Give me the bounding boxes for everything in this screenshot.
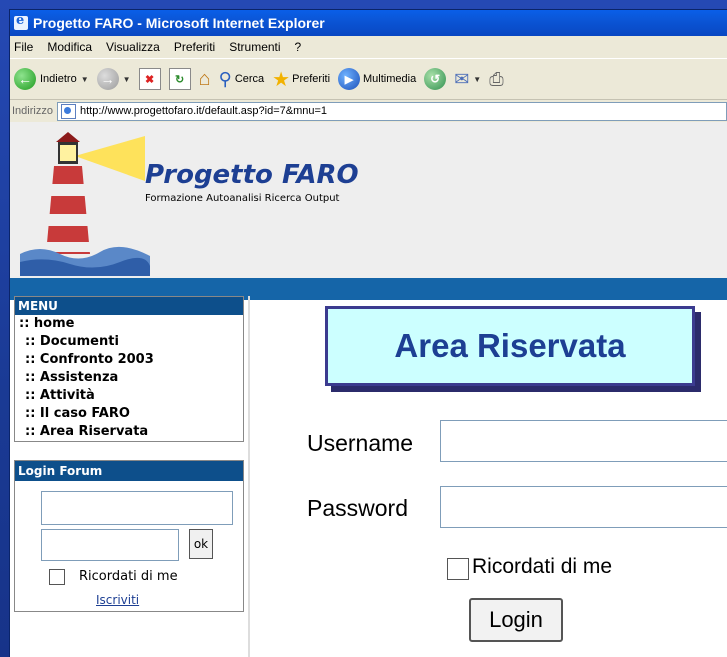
home-icon: ⌂ [198,67,211,90]
menu-documenti[interactable]: :: Documenti [15,333,243,351]
menu-visualizza[interactable]: Visualizza [106,40,160,54]
ie-icon [14,13,28,30]
forward-dropdown-icon[interactable]: ▼ [123,75,131,84]
menu-box: MENU :: home :: Documenti :: Confronto 2… [14,296,244,442]
address-bar: Indirizzo http://www.progettofaro.it/def… [10,100,727,123]
password-input[interactable] [440,486,727,528]
username-input[interactable] [440,420,727,462]
back-arrow-icon: ← [14,68,36,90]
history-button[interactable]: ↺ [424,68,447,90]
forum-ok-button[interactable]: ok [189,529,213,559]
menu-area-riservata[interactable]: :: Area Riservata [15,423,243,441]
mail-dropdown-icon[interactable]: ▼ [473,75,481,84]
menu-modifica[interactable]: Modifica [47,40,92,54]
mail-button[interactable]: ✉ ▼ [454,69,481,90]
search-icon: ⚲ [218,68,232,89]
back-label: Indietro [40,73,77,85]
page-icon [60,103,76,119]
remember-checkbox[interactable] [447,558,469,580]
ie-window: Progetto FARO - Microsoft Internet Explo… [10,10,727,657]
menu-confronto-2003[interactable]: :: Confronto 2003 [15,351,243,369]
menu-bar: File Modifica Visualizza Preferiti Strum… [10,36,727,58]
menu-header: MENU [15,297,243,315]
back-dropdown-icon[interactable]: ▼ [81,75,89,84]
print-button[interactable]: ⎙ [489,69,503,90]
window-title: Progetto FARO - Microsoft Internet Explo… [33,15,325,31]
menu-help[interactable]: ? [295,40,302,54]
username-label: Username [307,430,414,456]
site-header: Progetto FARO Formazione Autoanalisi Ric… [10,122,727,278]
site-title: Progetto FARO [145,160,359,190]
history-icon: ↺ [424,68,447,90]
forum-login-header: Login Forum [15,461,243,481]
menu-preferiti[interactable]: Preferiti [174,40,215,54]
mail-icon: ✉ [454,68,470,89]
home-button[interactable]: ⌂ [199,68,211,91]
forum-password-input[interactable] [41,529,179,561]
stop-icon: ✖ [138,68,161,90]
star-icon: ★ [272,68,291,91]
forum-register-link[interactable]: Iscriviti [96,593,139,607]
login-button[interactable]: Login [469,598,563,642]
media-label: Multimedia [363,73,417,85]
menu-strumenti[interactable]: Strumenti [229,40,280,54]
lighthouse-logo [20,132,150,276]
remember-label: Ricordati di me [472,555,613,578]
menu-assistenza[interactable]: :: Assistenza [15,369,243,387]
search-button[interactable]: ⚲ Cerca [219,69,265,90]
forum-remember-checkbox[interactable] [49,569,65,585]
media-icon: ▶ [338,68,361,90]
toolbar: ← Indietro ▼ → ▼ ✖ ↻ ⌂ ⚲ Cerca ★ Preferi… [10,58,727,100]
address-label: Indirizzo [12,105,53,117]
refresh-button[interactable]: ↻ [168,68,191,90]
left-column: MENU :: home :: Documenti :: Confronto 2… [14,296,244,612]
area-title: Area Riservata [325,306,695,386]
search-label: Cerca [234,73,265,85]
favorites-button[interactable]: ★ Preferiti [272,67,330,92]
forum-remember-label: Ricordati di me [79,569,178,584]
forum-username-input[interactable] [41,491,233,525]
print-icon: ⎙ [489,68,504,89]
favorites-label: Preferiti [292,73,331,85]
forward-arrow-icon: → [96,68,119,90]
column-divider [248,296,250,657]
menu-il-caso-faro[interactable]: :: Il caso FARO [15,405,243,423]
password-label: Password [307,495,408,521]
menu-file[interactable]: File [14,40,33,54]
media-button[interactable]: ▶ Multimedia [338,68,416,90]
address-url: http://www.progettofaro.it/default.asp?i… [79,105,328,117]
back-button[interactable]: ← Indietro ▼ [14,68,89,90]
site-subtitle: Formazione Autoanalisi Ricerca Output [145,193,340,204]
forum-login-box: Login Forum ok Ricordati di me Iscriviti [14,460,244,612]
refresh-icon: ↻ [168,68,191,90]
menu-home[interactable]: :: home [15,315,243,333]
title-bar: Progetto FARO - Microsoft Internet Explo… [10,10,727,36]
menu-attivita[interactable]: :: Attività [15,387,243,405]
forward-button[interactable]: → ▼ [96,68,131,90]
stop-button[interactable]: ✖ [138,68,161,90]
address-input[interactable]: http://www.progettofaro.it/default.asp?i… [56,101,727,121]
